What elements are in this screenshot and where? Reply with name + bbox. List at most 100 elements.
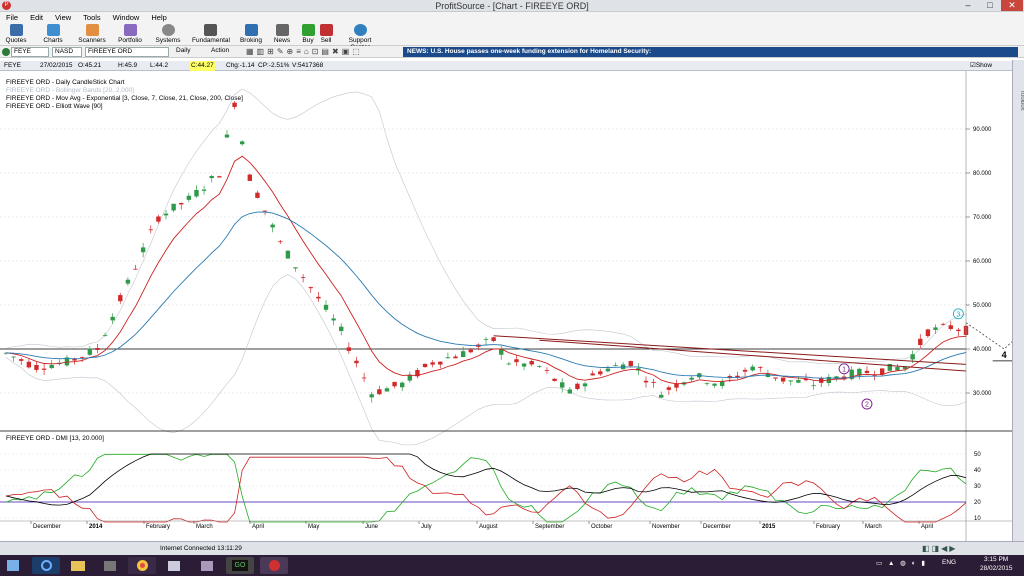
candle-body [316, 296, 321, 299]
tray-date[interactable]: 28/02/2015 [980, 565, 1013, 572]
candle-body [918, 338, 923, 346]
candle-body [948, 325, 953, 329]
menu-view[interactable]: View [49, 12, 77, 23]
menu-file[interactable]: File [0, 12, 24, 23]
candle-body [659, 394, 664, 398]
menu-help[interactable]: Help [145, 12, 172, 23]
candle-body [940, 323, 946, 325]
candle-body [361, 377, 367, 379]
buy-button[interactable]: Buy [300, 24, 316, 44]
charts-icon [46, 24, 60, 36]
candle-body [575, 383, 580, 390]
taskbar: GO ▭ ▲ ◍ ◐ ▮ ENG 3:15 PM 28/02/2015 [0, 555, 1024, 576]
news-ticker[interactable]: NEWS: U.S. House passes one-week funding… [403, 47, 1018, 57]
app-task-2[interactable] [160, 557, 188, 574]
candle-body [521, 363, 527, 367]
systems-button[interactable]: Systems [154, 24, 182, 44]
show-last-checkbox[interactable]: ☑ Show Last [970, 61, 992, 79]
minimize-button[interactable]: – [957, 0, 979, 11]
info-volume: V:5417368 [292, 62, 324, 69]
candle-body [758, 367, 763, 369]
candle-body [209, 176, 214, 179]
chart-nav-buttons[interactable]: ◧◨◀▶ [922, 544, 957, 553]
month-label: 2014 [89, 524, 103, 530]
wave-3-label: 3 [956, 311, 960, 318]
start-button[interactable] [2, 557, 24, 574]
candle-body [605, 368, 611, 372]
go-icon: GO [232, 560, 248, 571]
legend-elliott: FIREEYE ORD - Elliott Wave [90] [6, 103, 103, 110]
explorer-task[interactable] [64, 557, 92, 574]
candle-body [422, 363, 428, 368]
candle-body [171, 203, 176, 211]
candle-body [567, 389, 573, 394]
tray-icons[interactable]: ▭ ▲ ◍ ◐ ▮ [876, 559, 927, 567]
price-tick-label: 50.000 [973, 303, 992, 309]
charts-button[interactable]: Charts [40, 24, 66, 44]
candle-body [925, 329, 931, 337]
candle-body [239, 141, 245, 145]
scanners-button[interactable]: Scanners [78, 24, 106, 44]
period-select[interactable]: Daily [174, 47, 206, 57]
window-title: ProfitSource - [Chart - FIREEYE ORD] [435, 1, 589, 11]
price-tick-label: 90.000 [973, 127, 992, 133]
candle-body [186, 195, 192, 200]
info-change: Chg:-1.14 [226, 62, 255, 69]
action-menu[interactable]: Action [209, 47, 241, 57]
close-button[interactable]: ✕ [1001, 0, 1023, 11]
portfolio-button[interactable]: Portfolio [116, 24, 144, 44]
security-name-input[interactable]: FIREEYE ORD [85, 47, 169, 57]
profitsource-task[interactable] [260, 557, 288, 574]
price-tick-label: 30.000 [973, 391, 992, 397]
broking-button[interactable]: Broking [238, 24, 264, 44]
symbol-input[interactable]: FEYE [11, 47, 49, 57]
candle-body [384, 388, 390, 392]
maximize-button[interactable]: □ [979, 0, 1001, 11]
candle-body [651, 381, 656, 383]
tray-language[interactable]: ENG [942, 559, 956, 566]
candle-body [354, 360, 359, 364]
candle-body [224, 134, 230, 138]
candle-body [666, 387, 672, 390]
price-tick-label: 80.000 [973, 171, 992, 177]
wave-2-label: 2 [865, 402, 869, 409]
candle-body [331, 318, 336, 321]
profitsource-window: P ProfitSource - [Chart - FIREEYE ORD] –… [0, 0, 1024, 576]
chart-tools-icons[interactable]: ▦▥⊞✎⊕≡⌂⊡▤✖▣⬚ [246, 47, 363, 56]
title-bar: P ProfitSource - [Chart - FIREEYE ORD] –… [0, 0, 1024, 12]
month-label: February [146, 524, 170, 530]
candle-body [95, 348, 100, 350]
dmi-tick-label: 20 [974, 500, 981, 506]
app-task-3[interactable] [193, 557, 221, 574]
right-side-panel[interactable]: Toolbox [1012, 60, 1024, 542]
candle-body [796, 380, 801, 383]
quotes-button[interactable]: Quotes [3, 24, 29, 44]
chrome-task[interactable] [128, 557, 156, 574]
candle-body [460, 351, 466, 358]
month-label: March [196, 524, 213, 530]
menu-tools[interactable]: Tools [77, 12, 107, 23]
candle-body [704, 383, 710, 385]
menu-edit[interactable]: Edit [24, 12, 49, 23]
go-app-task[interactable]: GO [226, 557, 254, 574]
candle-body [11, 356, 16, 358]
candle-body [79, 357, 85, 358]
exchange-select[interactable]: NASD [52, 47, 82, 57]
candle-body [613, 365, 618, 366]
fundamental-button[interactable]: Fundamental [192, 24, 230, 44]
candle-body [544, 370, 550, 371]
sell-button[interactable]: Sell [318, 24, 334, 44]
month-label: October [591, 524, 612, 530]
candle-body [399, 382, 405, 388]
candle-body [278, 241, 283, 243]
legend-ema: FIREEYE ORD - Mov Avg - Exponential [3, … [6, 95, 243, 102]
price-tick-label: 60.000 [973, 259, 992, 265]
menu-window[interactable]: Window [107, 12, 146, 23]
app-task-1[interactable] [96, 557, 124, 574]
price-chart[interactable]: FIREEYE ORD - Daily CandleStick Chart FI… [0, 71, 1012, 541]
tray-time[interactable]: 3:15 PM [984, 556, 1008, 563]
ie-task[interactable] [32, 557, 60, 574]
news-button[interactable]: News [271, 24, 293, 44]
buy-icon [301, 24, 315, 36]
candle-body [194, 189, 199, 197]
